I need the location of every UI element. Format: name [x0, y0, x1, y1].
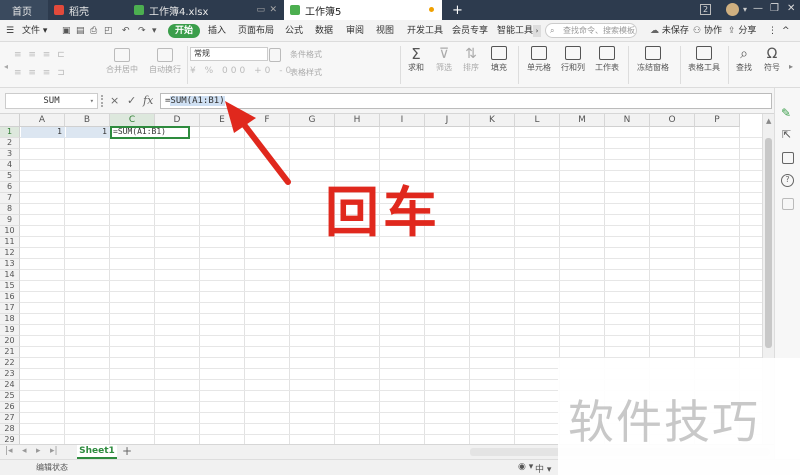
- arrow-shaft: [239, 119, 291, 185]
- watermark: 软件技巧: [558, 358, 800, 475]
- annotation-label: 回车: [325, 180, 441, 244]
- arrow-head: [225, 101, 256, 133]
- watermark-text: 软件技巧: [568, 395, 760, 449]
